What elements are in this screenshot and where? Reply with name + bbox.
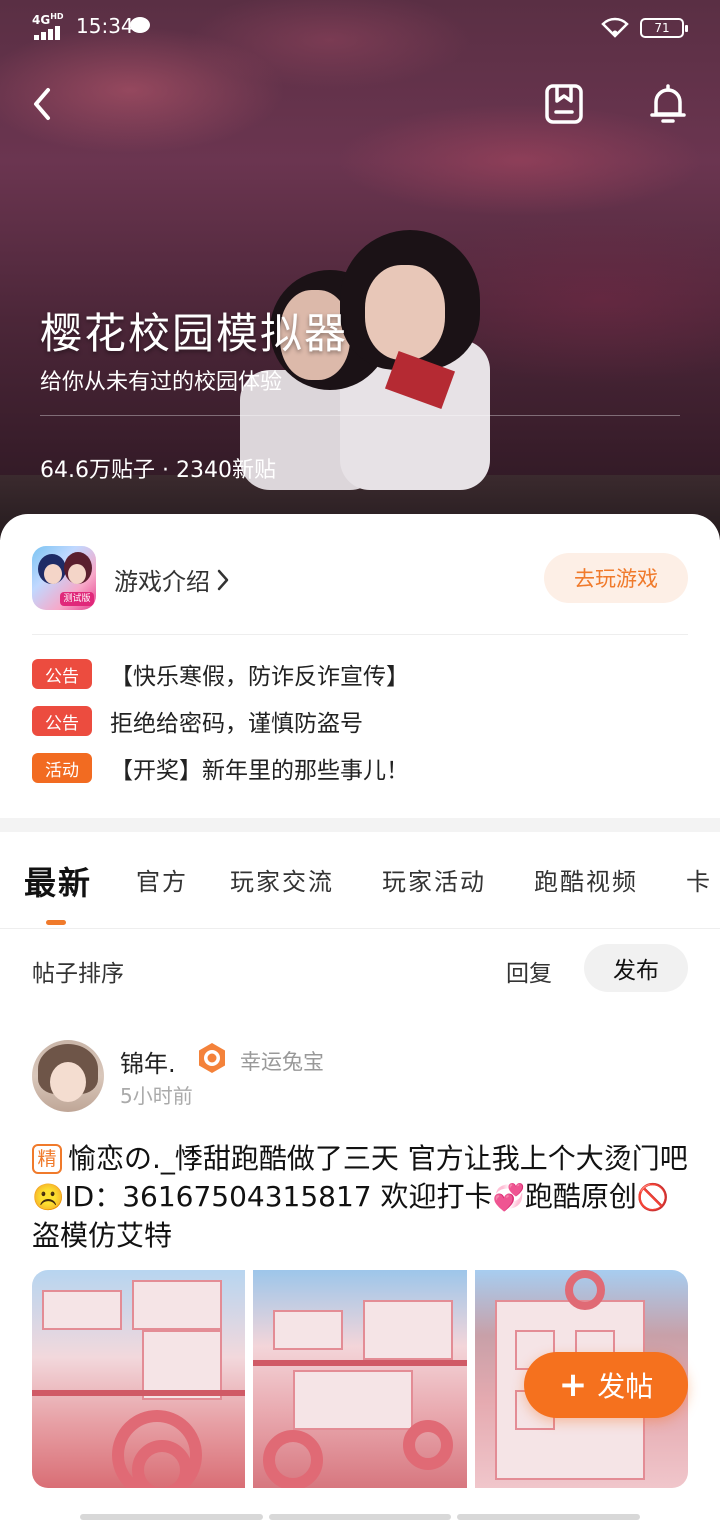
- sort-label: 帖子排序: [32, 961, 124, 987]
- signal-icon: [34, 26, 62, 40]
- plus-icon: +: [558, 1365, 588, 1405]
- message-icon: [130, 17, 150, 33]
- tab-latest[interactable]: 最新: [24, 858, 92, 904]
- notice-text: 【开奖】新年里的那些事儿！: [110, 758, 409, 784]
- battery-icon: 71: [640, 18, 688, 38]
- notice-badge: 公告: [32, 706, 92, 736]
- post-stats: 64.6万贴子 · 2340新贴: [40, 458, 276, 483]
- chevron-right-icon: [217, 569, 229, 590]
- game-icon-tag: 测试版: [60, 592, 94, 606]
- notice-badge: 公告: [32, 659, 92, 689]
- author-name[interactable]: 锦年.: [120, 1044, 176, 1079]
- avatar[interactable]: [32, 1040, 104, 1112]
- section-gap: [0, 818, 720, 832]
- tab-cards[interactable]: 卡: [686, 862, 712, 897]
- hero-divider: [40, 415, 680, 416]
- post-image[interactable]: [32, 1270, 246, 1488]
- bell-icon: [650, 84, 686, 123]
- game-intro-link[interactable]: 游戏介绍: [114, 562, 230, 597]
- status-time: 15:34: [76, 14, 134, 38]
- tab-official[interactable]: 官方: [136, 862, 188, 897]
- bookmark-button[interactable]: [540, 80, 588, 128]
- sort-row: 帖子排序 回复 发布: [0, 930, 720, 1006]
- chevron-left-icon: [34, 88, 50, 120]
- sort-by-publish[interactable]: 发布: [584, 944, 688, 992]
- featured-tag: 精: [32, 1144, 62, 1174]
- page-title: 樱花校园模拟器: [40, 309, 349, 358]
- bookmark-icon: [545, 84, 583, 124]
- post-text-3: 跑酷原创: [524, 1180, 637, 1213]
- image-strip-indicator: [80, 1514, 641, 1520]
- post-text-1: 愉恋の._悸甜跑酷做了三天 官方让我上个大烫门吧: [68, 1142, 688, 1175]
- notice-item[interactable]: 活动 【开奖】新年里的那些事儿！: [32, 752, 409, 784]
- play-game-button[interactable]: 去玩游戏: [544, 553, 688, 603]
- post-text-2: ID：36167504315817 欢迎打卡: [64, 1180, 493, 1213]
- game-intro-label: 游戏介绍: [114, 568, 210, 596]
- tabs-divider: [0, 928, 720, 929]
- sort-by-reply[interactable]: 回复: [506, 954, 552, 988]
- notice-item[interactable]: 公告 拒绝给密码，谨慎防盗号: [32, 705, 363, 737]
- tab-player-chat[interactable]: 玩家交流: [230, 862, 334, 897]
- author-badge-text: 幸运兔宝: [240, 1050, 324, 1074]
- post-text-4: 盗模仿艾特: [32, 1219, 173, 1252]
- new-post-label: 发帖: [597, 1370, 654, 1403]
- page-subtitle: 给你从未有过的校园体验: [40, 370, 283, 395]
- activity-badge: 活动: [32, 753, 92, 783]
- status-bar: 4GHD 15:34 71: [0, 0, 720, 56]
- card-divider: [32, 634, 688, 635]
- post-content[interactable]: 精愉恋の._悸甜跑酷做了三天 官方让我上个大烫门吧☹️ID：3616750431…: [32, 1140, 692, 1255]
- post-image[interactable]: [253, 1270, 467, 1488]
- tab-bar: 最新 官方 玩家交流 玩家活动 跑酷视频 卡: [0, 832, 720, 928]
- network-indicator: 4GHD: [32, 12, 64, 27]
- notice-text: 拒绝给密码，谨慎防盗号: [110, 711, 363, 737]
- tab-player-events[interactable]: 玩家活动: [382, 862, 486, 897]
- post-time: 5小时前: [120, 1084, 193, 1108]
- back-button[interactable]: [18, 80, 66, 128]
- new-post-button[interactable]: + 发帖: [524, 1352, 688, 1418]
- sad-face-emoji: ☹️: [32, 1183, 65, 1213]
- hero-banner: 4GHD 15:34 71 樱花校园模拟器 给你从未有过的校园体验 64.6万贴…: [0, 0, 720, 540]
- notification-button[interactable]: [644, 80, 692, 128]
- lucky-rabbit-badge-icon: [199, 1043, 225, 1073]
- wifi-icon: [600, 16, 630, 43]
- prohibited-emoji: 🚫: [636, 1183, 670, 1213]
- tab-parkour-videos[interactable]: 跑酷视频: [534, 862, 638, 897]
- game-icon[interactable]: 测试版: [32, 546, 96, 610]
- notice-text: 【快乐寒假，防诈反诈宣传】: [110, 664, 409, 690]
- hearts-emoji: 💞: [492, 1183, 525, 1213]
- notice-item[interactable]: 公告 【快乐寒假，防诈反诈宣传】: [32, 658, 409, 690]
- tab-indicator: [46, 920, 66, 925]
